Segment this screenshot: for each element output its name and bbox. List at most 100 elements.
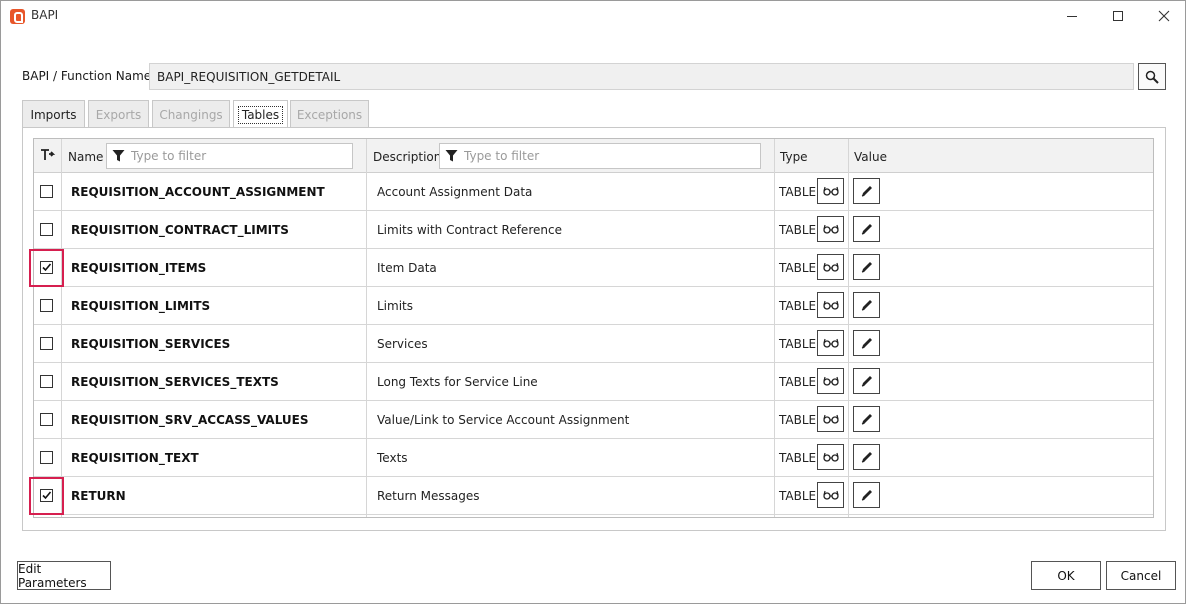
table-row[interactable]: RETURN Return Messages TABLE (34, 477, 1153, 515)
function-search-button[interactable] (1138, 63, 1166, 90)
table-row[interactable]: REQUISITION_SERVICES_TEXTS Long Texts for… (34, 363, 1153, 401)
view-structure-button[interactable] (817, 406, 844, 432)
edit-value-button[interactable] (853, 216, 880, 242)
row-name: REQUISITION_TEXT (71, 451, 199, 465)
table-row[interactable]: REQUISITION_LIMITS Limits TABLE (34, 287, 1153, 325)
row-select-checkbox[interactable] (40, 223, 53, 236)
glasses-icon (822, 490, 839, 500)
tab-exports-label: Exports (95, 108, 142, 122)
pencil-icon (861, 300, 872, 311)
row-description: Item Data (377, 261, 437, 275)
view-structure-button[interactable] (817, 292, 844, 318)
tab-imports[interactable]: Imports (22, 100, 85, 128)
edit-value-button[interactable] (853, 482, 880, 508)
close-button[interactable] (1141, 1, 1186, 31)
filter-icon (112, 150, 125, 162)
row-select-checkbox[interactable] (40, 337, 53, 350)
edit-parameters-button[interactable]: Edit Parameters (17, 561, 111, 590)
glasses-icon (822, 376, 839, 386)
maximize-button[interactable] (1095, 1, 1141, 31)
description-column-header[interactable]: Description (373, 150, 441, 164)
row-type: TABLE (779, 337, 817, 351)
tab-changings[interactable]: Changings (152, 100, 230, 128)
description-filter-input[interactable] (462, 147, 672, 165)
row-description: Value/Link to Service Account Assignment (377, 413, 630, 427)
view-structure-button[interactable] (817, 216, 844, 242)
view-structure-button[interactable] (817, 178, 844, 204)
name-filter-field[interactable] (106, 143, 353, 169)
tab-exceptions[interactable]: Exceptions (290, 100, 369, 128)
row-select-checkbox[interactable] (40, 261, 53, 274)
pencil-icon (861, 224, 872, 235)
row-description: Limits (377, 299, 413, 313)
table-row[interactable]: REQUISITION_ACCOUNT_ASSIGNMENT Account As… (34, 173, 1153, 211)
view-structure-button[interactable] (817, 254, 844, 280)
view-structure-button[interactable] (817, 482, 844, 508)
edit-value-button[interactable] (853, 254, 880, 280)
row-description: Account Assignment Data (377, 185, 533, 199)
edit-value-button[interactable] (853, 406, 880, 432)
pencil-icon (861, 452, 872, 463)
row-name: RETURN (71, 489, 126, 503)
table-row[interactable]: REQUISITION_ITEMS Item Data TABLE (34, 249, 1153, 287)
row-name: REQUISITION_SERVICES_TEXTS (71, 375, 279, 389)
row-type: TABLE (779, 489, 817, 503)
table-row[interactable]: REQUISITION_CONTRACT_LIMITS Limits with C… (34, 211, 1153, 249)
row-name: REQUISITION_SRV_ACCASS_VALUES (71, 413, 309, 427)
glasses-icon (822, 262, 839, 272)
ok-button[interactable]: OK (1031, 561, 1101, 590)
row-description: Limits with Contract Reference (377, 223, 562, 237)
minimize-button[interactable] (1049, 1, 1095, 31)
glasses-icon (822, 338, 839, 348)
row-type: TABLE (779, 299, 817, 313)
row-type: TABLE (779, 413, 817, 427)
edit-value-button[interactable] (853, 368, 880, 394)
value-column-header[interactable]: Value (854, 150, 887, 164)
app-logo-icon (10, 9, 25, 24)
checkmark-icon (42, 263, 52, 272)
tab-exports[interactable]: Exports (88, 100, 149, 128)
table-row[interactable]: REQUISITION_TEXT Texts TABLE (34, 439, 1153, 477)
cancel-button[interactable]: Cancel (1106, 561, 1176, 590)
window-title: BAPI (31, 8, 59, 22)
edit-value-button[interactable] (853, 178, 880, 204)
row-select-checkbox[interactable] (40, 451, 53, 464)
name-column-header[interactable]: Name (68, 150, 103, 164)
view-structure-button[interactable] (817, 444, 844, 470)
edit-value-button[interactable] (853, 444, 880, 470)
description-filter-field[interactable] (439, 143, 761, 169)
view-structure-button[interactable] (817, 330, 844, 356)
name-filter-input[interactable] (129, 147, 339, 165)
row-select-checkbox[interactable] (40, 489, 53, 502)
type-column-header[interactable]: Type (780, 150, 808, 164)
row-select-checkbox[interactable] (40, 185, 53, 198)
glasses-icon (822, 414, 839, 424)
glasses-icon (822, 186, 839, 196)
filter-icon (445, 150, 458, 162)
row-select-checkbox[interactable] (40, 413, 53, 426)
function-name-field[interactable]: BAPI_REQUISITION_GETDETAIL (149, 63, 1134, 90)
row-name: REQUISITION_CONTRACT_LIMITS (71, 223, 289, 237)
row-description: Long Texts for Service Line (377, 375, 538, 389)
view-structure-button[interactable] (817, 368, 844, 394)
sort-toggle-icon[interactable] (40, 148, 56, 162)
pencil-icon (861, 338, 872, 349)
edit-value-button[interactable] (853, 292, 880, 318)
row-select-checkbox[interactable] (40, 375, 53, 388)
row-description: Services (377, 337, 428, 351)
table-row[interactable]: REQUISITION_SRV_ACCASS_VALUES Value/Link … (34, 401, 1153, 439)
glasses-icon (822, 224, 839, 234)
table-row[interactable]: REQUISITION_SERVICES Services TABLE (34, 325, 1153, 363)
row-type: TABLE (779, 375, 817, 389)
pencil-icon (861, 376, 872, 387)
grid-header: Name Description Type Value (34, 139, 1153, 173)
tab-tables[interactable]: Tables (233, 100, 288, 129)
edit-value-button[interactable] (853, 330, 880, 356)
row-type: TABLE (779, 185, 817, 199)
minimize-icon (1067, 15, 1077, 17)
tab-tables-label: Tables (237, 106, 284, 124)
tab-imports-label: Imports (30, 108, 77, 122)
tables-grid: Name Description Type Value REQUISITION_… (33, 138, 1154, 518)
pencil-icon (861, 414, 872, 425)
row-select-checkbox[interactable] (40, 299, 53, 312)
